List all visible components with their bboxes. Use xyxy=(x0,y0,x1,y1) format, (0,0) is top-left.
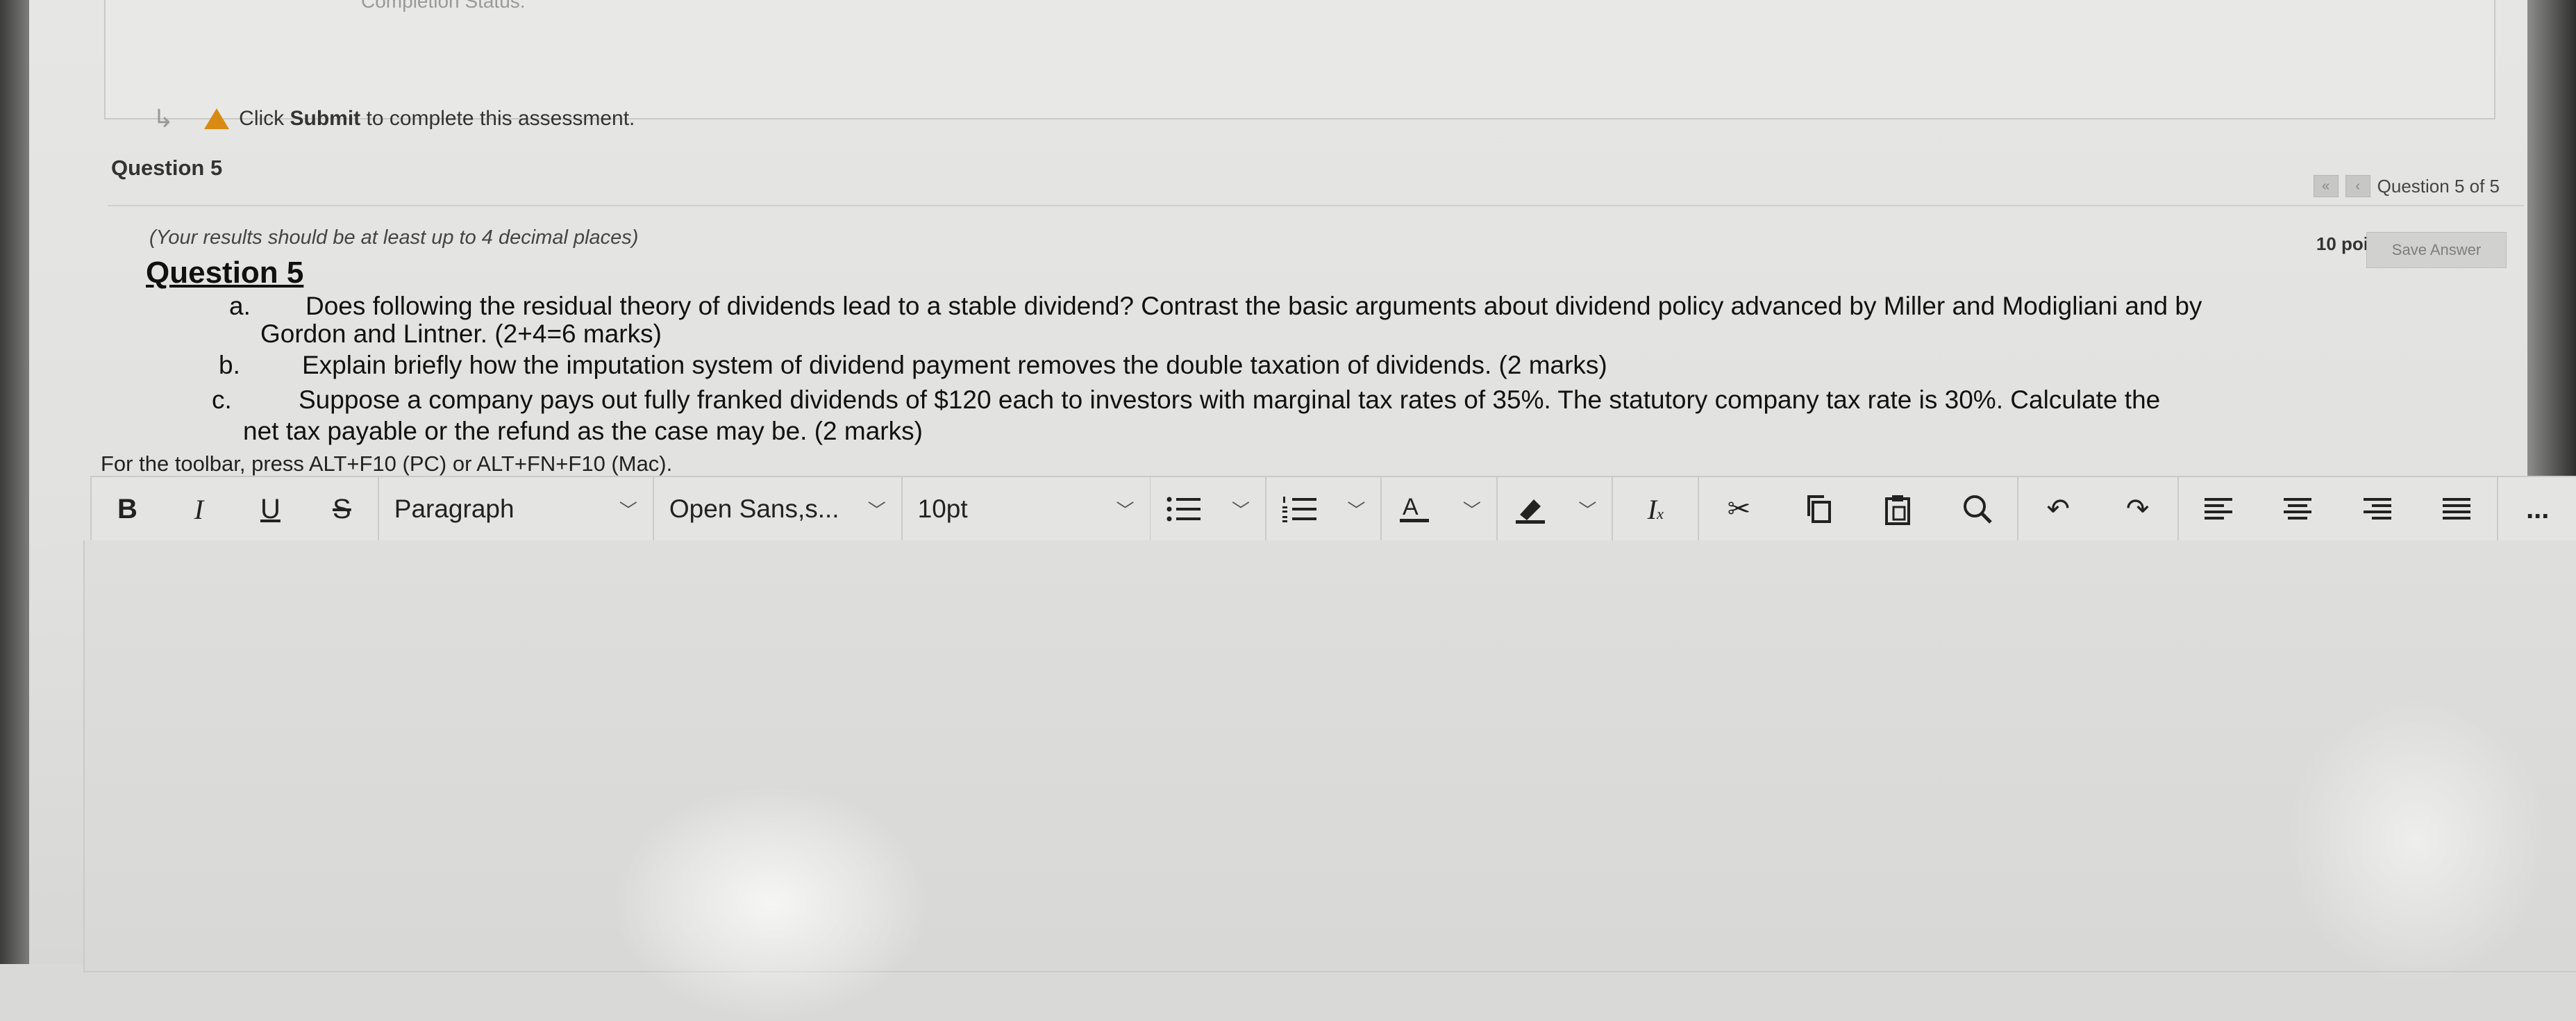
editor-toolbar: B I U S Paragraph ﹀ Open Sans,s... ﹀ 10p… xyxy=(90,476,2576,542)
first-question-icon[interactable]: « xyxy=(2313,175,2339,197)
part-b-text: Explain briefly how the imputation syste… xyxy=(302,351,1607,379)
screen-edge-left xyxy=(0,0,29,964)
font-family-dropdown[interactable]: Open Sans,s... ﹀ xyxy=(654,477,901,541)
highlight-color-button[interactable]: ﹀ xyxy=(1498,477,1612,541)
part-marker: b. xyxy=(219,351,240,379)
align-right-button[interactable] xyxy=(2338,477,2417,541)
strikethrough-button[interactable]: S xyxy=(306,477,378,541)
completion-status-label: Completion Status: xyxy=(361,0,526,12)
scissors-icon: ✂ xyxy=(1727,494,1751,524)
question-counter: Question 5 of 5 xyxy=(2377,175,2500,197)
part-marker: c. xyxy=(212,385,232,414)
part-a-text: Does following the residual theory of di… xyxy=(306,292,2202,320)
notice-text: Click Submit to complete this assessment… xyxy=(239,107,635,130)
redo-button[interactable]: ↷ xyxy=(2098,477,2177,541)
bullet-list-button[interactable]: ﹀ xyxy=(1151,477,1265,541)
submit-notice: ↳ Click Submit to complete this assessme… xyxy=(153,104,635,133)
justify-button[interactable] xyxy=(2417,477,2496,541)
warning-icon xyxy=(204,108,230,129)
part-c-continuation: net tax payable or the refund as the cas… xyxy=(243,417,923,445)
redo-icon: ↷ xyxy=(2125,494,2150,524)
part-a-continuation: Gordon and Lintner. (2+4=6 marks) xyxy=(260,319,662,348)
part-c-line: c. Suppose a company pays out fully frank… xyxy=(212,385,2160,415)
previous-question-icon[interactable]: ‹ xyxy=(2345,175,2370,197)
bold-button[interactable]: B xyxy=(92,477,163,541)
font-size-dropdown[interactable]: 10pt ﹀ xyxy=(903,477,1150,541)
highlighter-icon xyxy=(1515,499,1545,524)
save-answer-button[interactable]: Save Answer xyxy=(2366,232,2507,268)
chevron-down-icon: ﹀ xyxy=(1578,499,1597,521)
text-color-icon: A xyxy=(1400,494,1430,522)
svg-text:A: A xyxy=(1403,494,1419,520)
undo-button[interactable]: ↶ xyxy=(2018,477,2098,541)
copy-icon xyxy=(1807,495,1831,523)
part-b-line: b. Explain briefly how the imputation sys… xyxy=(219,351,1607,380)
chevron-down-icon: ﹀ xyxy=(1347,499,1366,521)
font-size-value: 10pt xyxy=(917,495,968,523)
text-color-button[interactable]: A ﹀ xyxy=(1382,477,1496,541)
clipboard-icon xyxy=(1885,495,1911,525)
numbered-list-icon xyxy=(1282,497,1316,522)
chevron-down-icon: ﹀ xyxy=(1231,499,1250,521)
clear-formatting-icon: Ix xyxy=(1647,493,1664,525)
part-marker: a. xyxy=(229,292,251,320)
underline-button[interactable]: U xyxy=(235,477,306,541)
part-a-line: a. Does following the residual theory of … xyxy=(229,292,2202,321)
chevron-down-icon: ﹀ xyxy=(867,499,886,521)
chevron-down-icon: ﹀ xyxy=(1116,499,1135,521)
align-center-icon xyxy=(2284,498,2312,520)
part-c-text: Suppose a company pays out fully franked… xyxy=(299,385,2161,414)
numbered-list-button[interactable]: ﹀ xyxy=(1266,477,1381,541)
return-arrow-icon: ↳ xyxy=(153,104,174,133)
cut-button[interactable]: ✂ xyxy=(1699,477,1778,541)
align-right-icon xyxy=(2363,498,2391,520)
search-icon xyxy=(1963,495,1992,524)
bullet-list-icon xyxy=(1166,497,1201,522)
align-left-button[interactable] xyxy=(2179,477,2258,541)
screen-glare xyxy=(611,785,930,1021)
question-title: Question 5 xyxy=(146,256,304,290)
block-format-value: Paragraph xyxy=(394,495,515,523)
decimal-hint: (Your results should be at least up to 4… xyxy=(149,226,639,249)
clear-formatting-button[interactable]: Ix xyxy=(1613,477,1698,541)
justify-icon xyxy=(2443,498,2471,520)
italic-button[interactable]: I xyxy=(163,477,235,541)
status-panel xyxy=(104,0,2495,119)
find-button[interactable] xyxy=(1938,477,2017,541)
align-left-icon xyxy=(2205,498,2233,520)
align-center-button[interactable] xyxy=(2258,477,2337,541)
copy-button[interactable] xyxy=(1779,477,1858,541)
screen-glare xyxy=(2284,695,2548,986)
chevron-down-icon: ﹀ xyxy=(619,499,637,521)
undo-icon: ↶ xyxy=(2046,494,2070,524)
toolbar-hint: For the toolbar, press ALT+F10 (PC) or A… xyxy=(101,451,673,476)
question-label: Question 5 xyxy=(111,156,223,180)
submit-emphasis: Submit xyxy=(290,107,361,130)
block-format-dropdown[interactable]: Paragraph ﹀ xyxy=(379,477,653,541)
more-options-button[interactable]: ... xyxy=(2498,477,2576,541)
question-navigation: « ‹ Question 5 of 5 xyxy=(2313,175,2500,197)
paste-button[interactable] xyxy=(1858,477,1937,541)
answer-editor-area[interactable] xyxy=(83,540,2576,972)
chevron-down-icon: ﹀ xyxy=(1462,499,1481,521)
font-family-value: Open Sans,s... xyxy=(669,495,839,523)
